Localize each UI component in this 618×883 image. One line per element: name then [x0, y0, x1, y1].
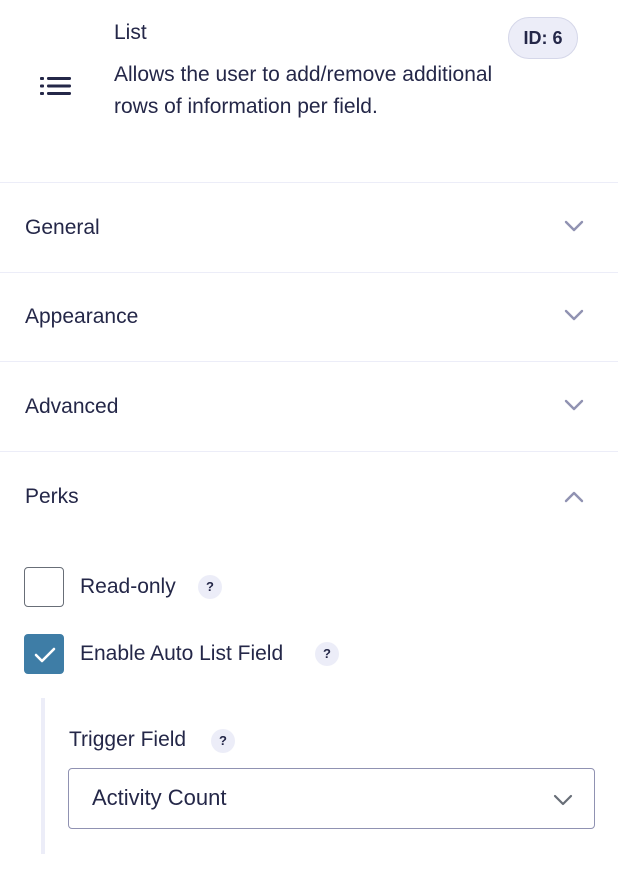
- read-only-help-icon[interactable]: ?: [198, 575, 222, 599]
- section-general[interactable]: General: [0, 183, 618, 273]
- section-advanced-label: Advanced: [25, 395, 119, 418]
- section-perks[interactable]: Perks: [0, 453, 618, 541]
- chevron-down-icon: [564, 309, 584, 321]
- trigger-field-label: Trigger Field: [69, 728, 187, 751]
- section-general-label: General: [25, 216, 100, 239]
- field-header: List Allows the user to add/remove addit…: [0, 0, 618, 183]
- enable-auto-list-label[interactable]: Enable Auto List Field: [80, 634, 283, 674]
- nested-settings-indicator: [41, 698, 45, 854]
- trigger-field-value: Activity Count: [92, 785, 227, 810]
- checkmark-icon: [34, 647, 56, 663]
- chevron-down-icon: [564, 220, 584, 232]
- chevron-down-icon: [553, 794, 573, 806]
- enable-auto-list-help-icon[interactable]: ?: [315, 642, 339, 666]
- section-advanced[interactable]: Advanced: [0, 362, 618, 452]
- field-description: Allows the user to add/remove additional…: [114, 63, 493, 118]
- trigger-field-help-icon[interactable]: ?: [211, 729, 235, 753]
- field-title: List: [114, 21, 147, 44]
- list-icon: [40, 77, 71, 95]
- section-appearance-label: Appearance: [25, 305, 139, 328]
- field-id-badge: ID: 6: [508, 17, 578, 59]
- section-appearance[interactable]: Appearance: [0, 272, 618, 362]
- chevron-up-icon: [564, 491, 584, 503]
- read-only-checkbox[interactable]: [24, 567, 64, 607]
- enable-auto-list-checkbox[interactable]: [24, 634, 64, 674]
- trigger-field-select[interactable]: Activity Count: [68, 768, 595, 829]
- section-perks-label: Perks: [25, 485, 79, 508]
- read-only-label[interactable]: Read-only: [80, 567, 176, 607]
- chevron-down-icon: [564, 399, 584, 411]
